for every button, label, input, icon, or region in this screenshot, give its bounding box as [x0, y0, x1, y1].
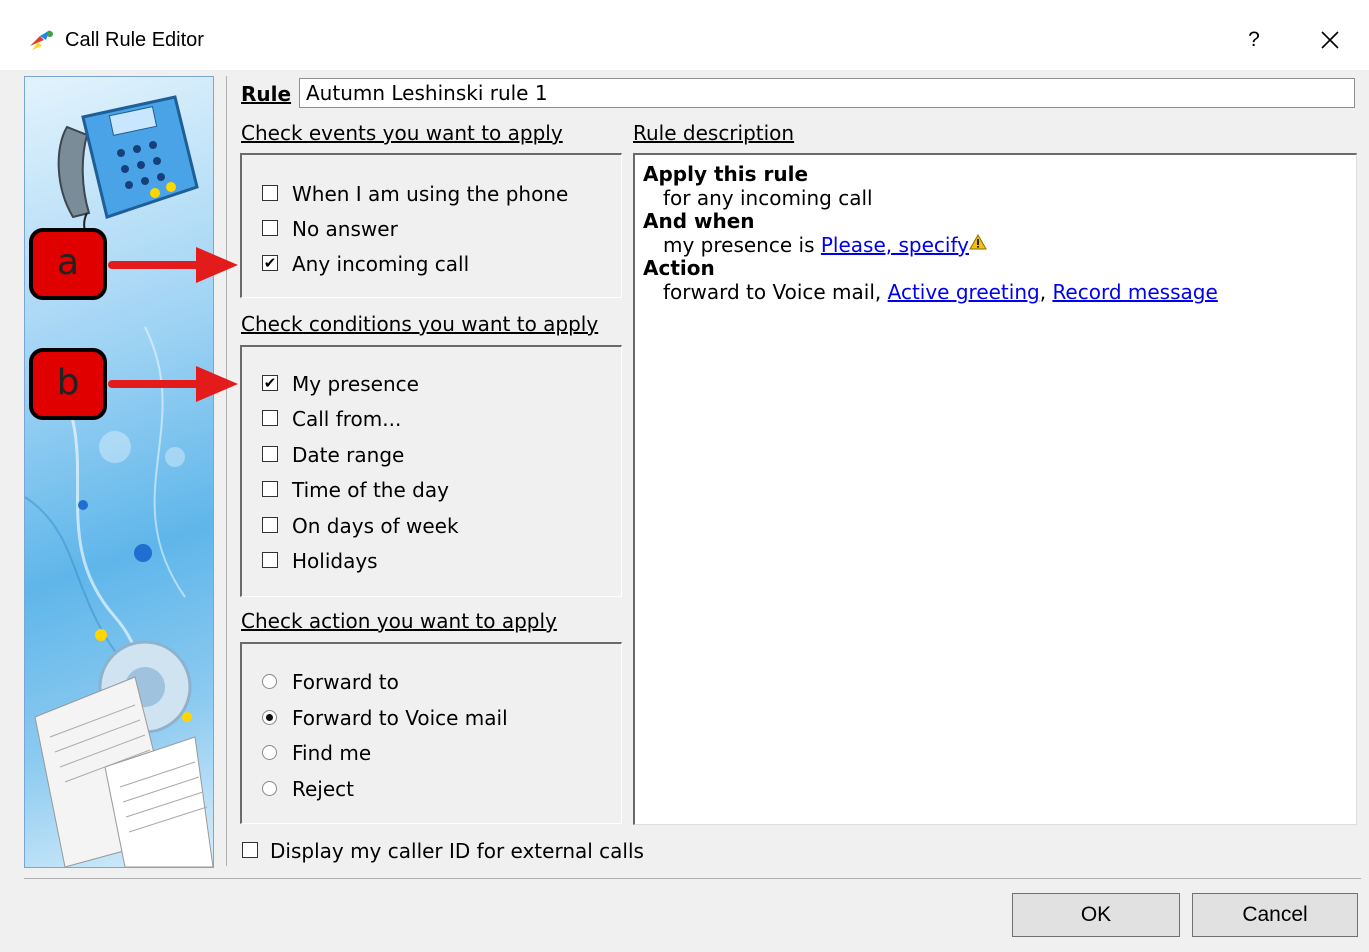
checkbox-box[interactable]: [262, 517, 278, 533]
rule-description-box: Apply this rule for any incoming call An…: [633, 153, 1357, 825]
checkbox-box[interactable]: [262, 220, 278, 236]
events-section-label: Check events you want to apply: [241, 121, 563, 145]
apply-text: for any incoming call: [663, 186, 873, 210]
conditions-section-label: Check conditions you want to apply: [241, 312, 599, 336]
cancel-button[interactable]: Cancel: [1192, 893, 1358, 937]
conditions-group: ✔ My presence Call from... Date range Ti…: [240, 345, 622, 597]
checkbox-box[interactable]: [262, 185, 278, 201]
checkbox-box[interactable]: [242, 842, 258, 858]
checkbox-box[interactable]: ✔: [262, 375, 278, 391]
footer-divider: [24, 878, 1361, 879]
apply-heading: Apply this rule: [643, 162, 809, 186]
checkbox-box[interactable]: [262, 552, 278, 568]
rule-label: Rule: [241, 82, 292, 106]
radio-button[interactable]: [262, 674, 277, 689]
warning-icon: [969, 233, 987, 250]
annotation-badge-b: b: [29, 348, 107, 420]
events-group: When I am using the phone No answer ✔ An…: [240, 153, 622, 298]
action-line: forward to Voice mail, Active greeting, …: [663, 280, 1218, 304]
when-text: my presence is: [663, 233, 815, 257]
ok-button[interactable]: OK: [1012, 893, 1180, 937]
panel-divider: [226, 76, 227, 866]
action-heading: Action: [643, 256, 715, 280]
when-heading: And when: [643, 209, 755, 233]
title-bar: Call Rule Editor ?: [0, 0, 1369, 70]
decorative-side-image: [24, 76, 214, 868]
annotation-arrow-b: [108, 366, 238, 402]
checkbox-box[interactable]: [262, 481, 278, 497]
annotation-arrow-a: [108, 247, 238, 283]
phone-illustration: [25, 95, 213, 867]
close-icon: [1321, 31, 1339, 49]
app-icon: [30, 30, 53, 50]
window-title: Call Rule Editor: [65, 29, 204, 51]
actions-group: Forward to Forward to Voice mail Find me…: [240, 642, 622, 824]
annotation-badge-a: a: [29, 228, 107, 300]
close-button[interactable]: [1310, 22, 1350, 58]
action-separator: ,: [1039, 280, 1047, 304]
when-line: my presence is Please, specify: [663, 233, 987, 257]
radio-button[interactable]: [262, 745, 277, 760]
rule-description-label: Rule description: [633, 121, 795, 145]
checkbox-box[interactable]: [262, 410, 278, 426]
please-specify-link[interactable]: Please, specify: [821, 233, 969, 257]
checkbox-box[interactable]: ✔: [262, 255, 278, 271]
radio-button[interactable]: [262, 710, 277, 725]
record-message-link[interactable]: Record message: [1052, 280, 1217, 304]
help-button[interactable]: ?: [1236, 22, 1272, 58]
active-greeting-link[interactable]: Active greeting: [888, 280, 1040, 304]
action-text: forward to Voice mail,: [663, 280, 882, 304]
checkbox-box[interactable]: [262, 446, 278, 462]
rule-name-input[interactable]: [299, 78, 1355, 108]
actions-section-label: Check action you want to apply: [241, 609, 557, 633]
radio-button[interactable]: [262, 781, 277, 796]
